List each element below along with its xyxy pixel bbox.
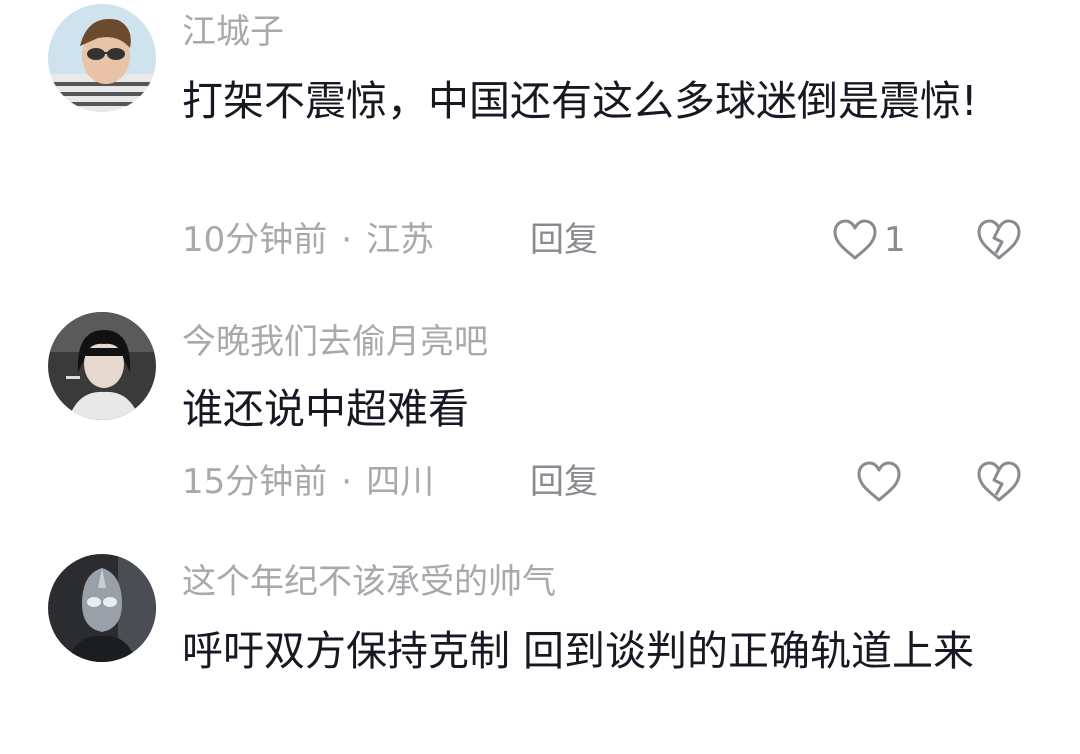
avatar[interactable]: [48, 4, 156, 112]
dislike-button[interactable]: [976, 458, 1022, 506]
location: 四川: [366, 462, 435, 502]
comment-text: 打架不震惊，中国还有这么多球迷倒是震惊!: [182, 77, 978, 125]
comment-meta: 15分钟前 · 四川: [182, 462, 434, 502]
username[interactable]: 江城子: [182, 12, 284, 52]
location: 江苏: [366, 220, 435, 260]
username[interactable]: 这个年纪不该承受的帅气: [182, 562, 556, 602]
like-button[interactable]: [856, 458, 902, 506]
heart-outline-icon: [832, 219, 878, 261]
avatar[interactable]: [48, 554, 156, 662]
timestamp: 10分钟前: [182, 220, 328, 260]
heart-outline-icon: [856, 461, 902, 503]
reply-button[interactable]: 回复: [530, 220, 598, 260]
like-count: 1: [884, 220, 906, 260]
comment-text: 呼吁双方保持克制 回到谈判的正确轨道上来: [182, 627, 975, 675]
reply-button[interactable]: 回复: [530, 462, 598, 502]
separator: ·: [341, 462, 353, 502]
dislike-button[interactable]: [976, 216, 1022, 264]
broken-heart-icon: [976, 219, 1022, 261]
like-button[interactable]: 1: [832, 216, 906, 264]
comment-text: 谁还说中超难看: [182, 385, 469, 433]
timestamp: 15分钟前: [182, 462, 328, 502]
avatar[interactable]: [48, 312, 156, 420]
separator: ·: [341, 220, 353, 260]
broken-heart-icon: [976, 461, 1022, 503]
username[interactable]: 今晚我们去偷月亮吧: [182, 322, 488, 362]
comment-meta: 10分钟前 · 江苏: [182, 220, 434, 260]
